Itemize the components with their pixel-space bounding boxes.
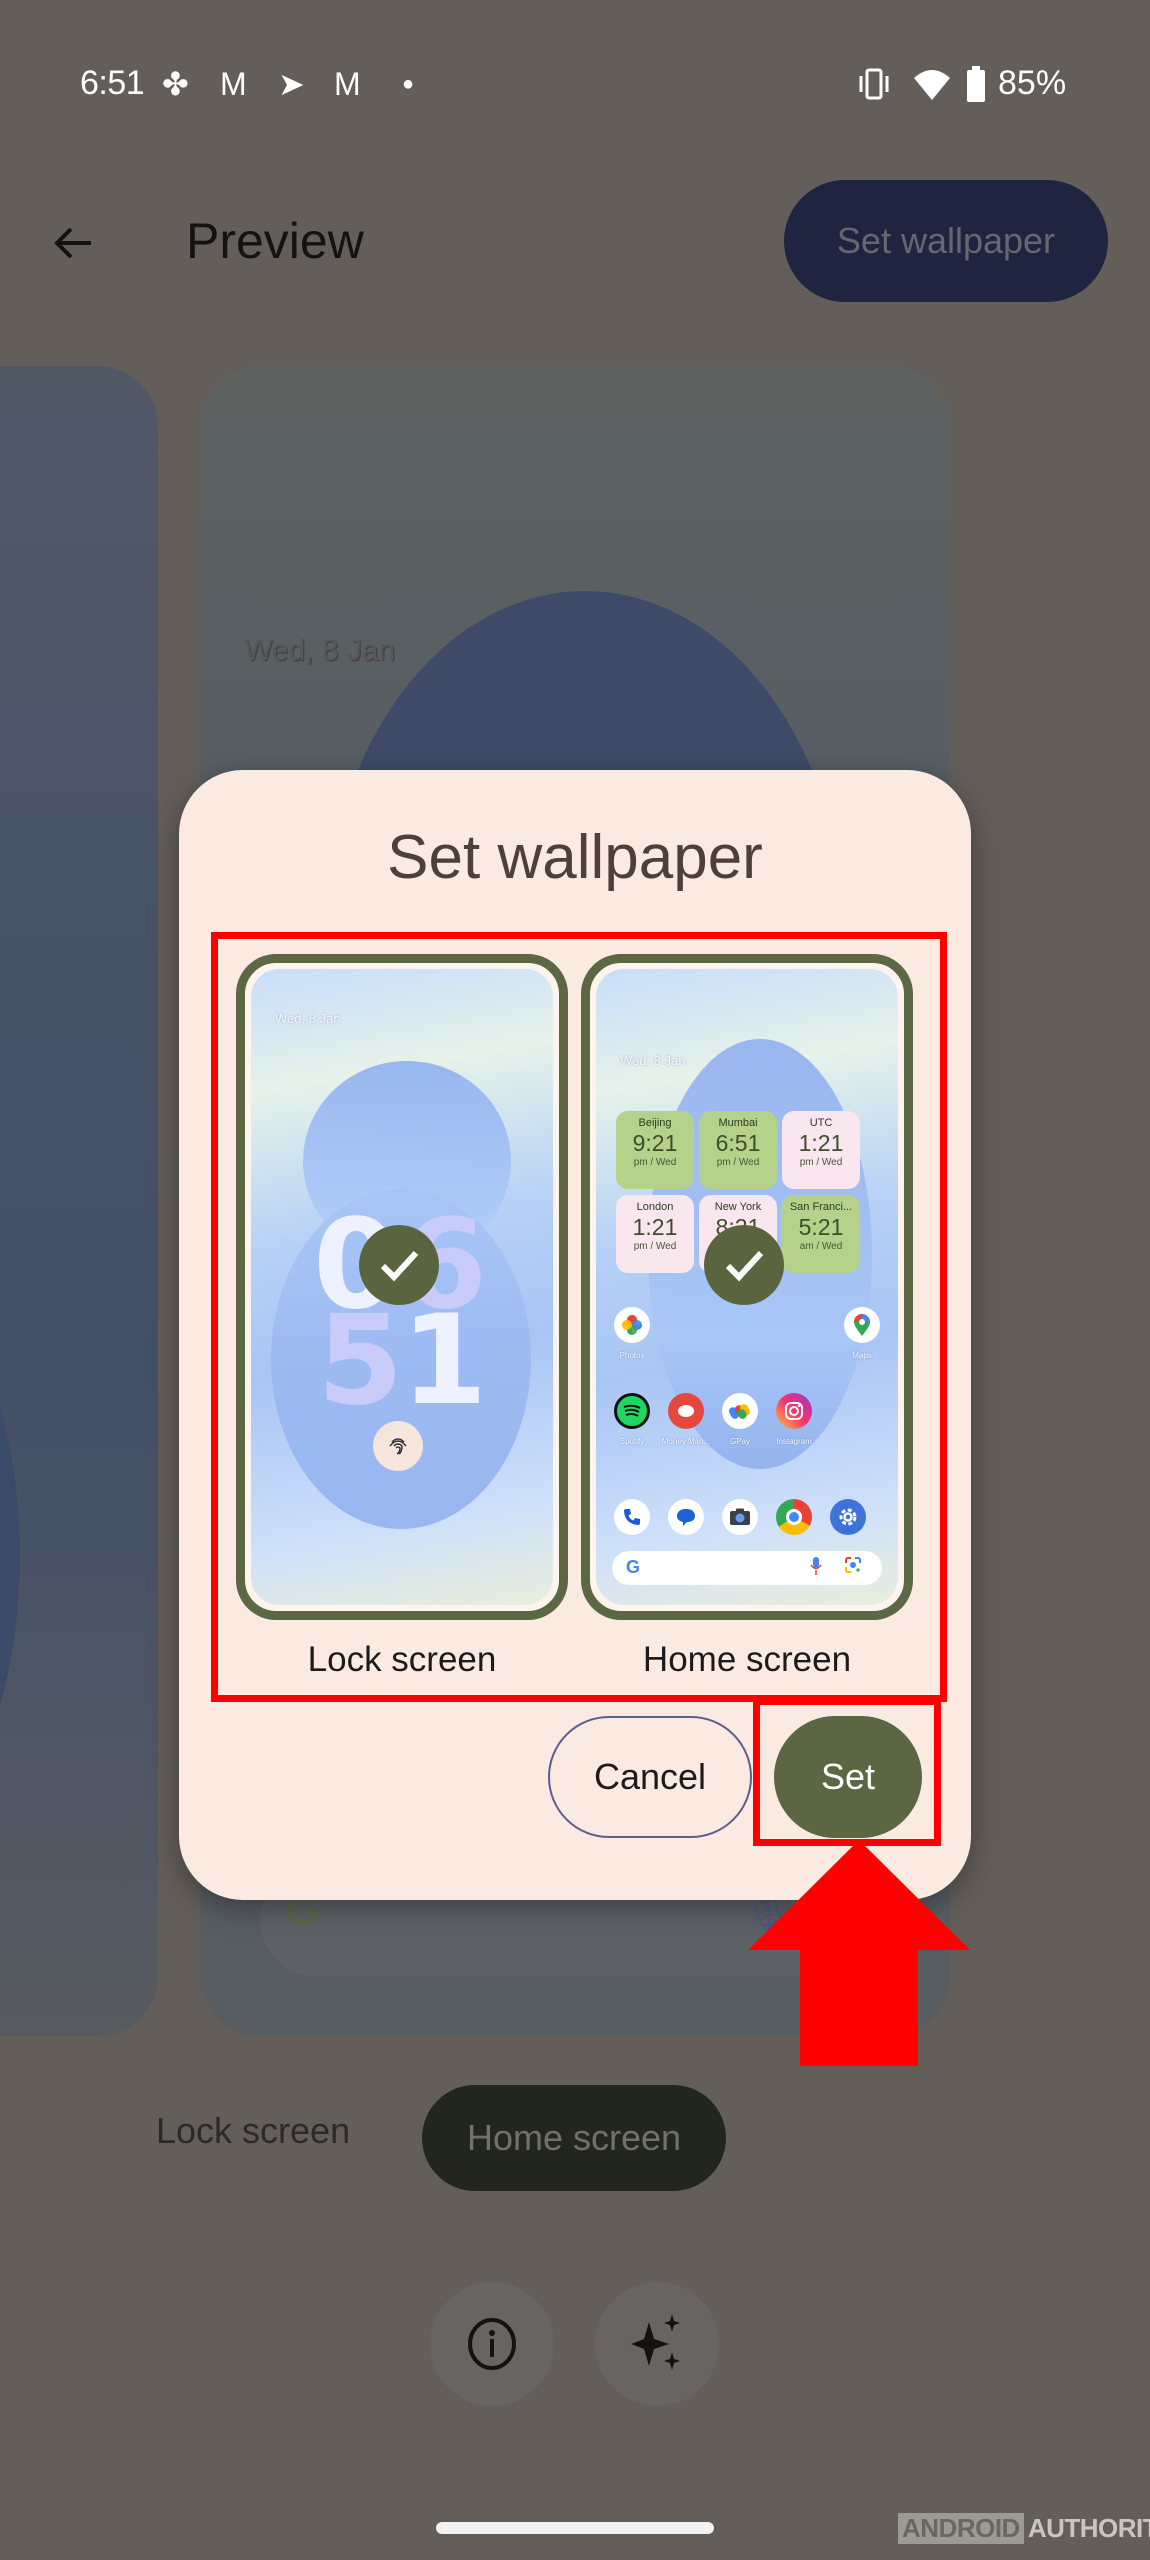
vibrate-icon	[856, 64, 892, 113]
wifi-icon	[912, 64, 952, 113]
annotation-highlight-box	[211, 932, 947, 1702]
status-time: 6:51	[80, 64, 145, 102]
dialog-title: Set wallpaper	[387, 823, 763, 892]
page-title: Preview	[186, 213, 364, 269]
sparkle-icon	[631, 2314, 680, 2370]
battery-icon	[964, 64, 988, 113]
gmail-icon: M	[334, 66, 361, 102]
tab-home-screen[interactable]: Home screen	[422, 2085, 726, 2191]
watermark-text: AUTHORITY	[1027, 2513, 1150, 2543]
watermark: ANDROID AUTHORITY	[898, 2513, 1150, 2544]
home-indicator[interactable]	[436, 2522, 714, 2534]
dot-icon: ●	[402, 73, 415, 95]
pinwheel-icon: ✤	[162, 66, 189, 102]
effects-button[interactable]	[595, 2282, 719, 2406]
preview-date: Wed, 8 Jan	[244, 634, 396, 667]
tab-lock-screen[interactable]: Lock screen	[156, 2110, 350, 2152]
set-wallpaper-button[interactable]: Set wallpaper	[784, 180, 1108, 302]
wallpaper-shape	[0, 1206, 20, 1906]
arrow-back-icon	[54, 227, 91, 259]
back-button[interactable]	[40, 210, 106, 276]
cancel-button[interactable]: Cancel	[548, 1716, 752, 1838]
info-icon	[468, 2318, 516, 2370]
annotation-arrow-icon	[748, 1840, 970, 2066]
info-button[interactable]	[430, 2282, 554, 2406]
telegram-icon: ➤	[278, 66, 305, 102]
watermark-box: ANDROID	[898, 2513, 1024, 2544]
set-wallpaper-dialog: Set wallpaper Wed, 8 Jan 0 6 5 1 Wed, 8 …	[179, 770, 971, 1900]
status-bar: 6:51 ✤ M ➤ M ● 85%	[0, 0, 1150, 170]
wallpaper-preview-lock-card[interactable]	[0, 366, 158, 2036]
gmail-icon: M	[220, 66, 247, 102]
battery-percentage: 85%	[998, 64, 1067, 102]
annotation-set-highlight	[753, 1698, 941, 1846]
